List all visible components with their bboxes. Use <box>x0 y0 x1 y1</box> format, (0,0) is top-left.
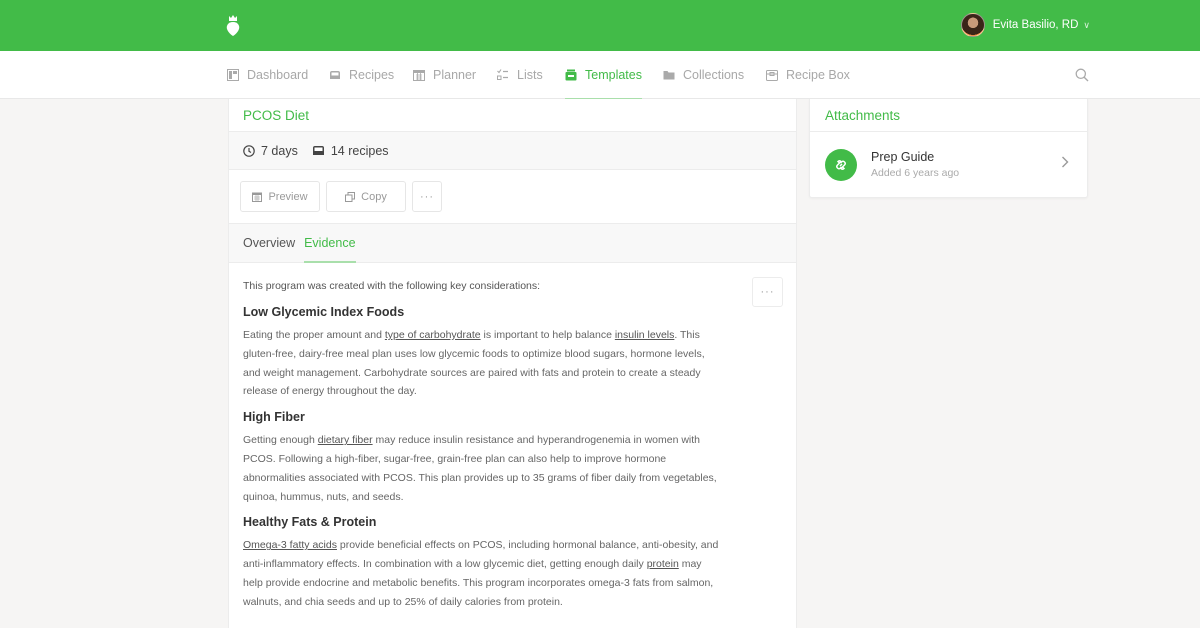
attachments-title: Attachments <box>810 99 1087 132</box>
attachment-name: Prep Guide <box>871 150 935 164</box>
plan-title: PCOS Diet <box>229 99 796 132</box>
section-paragraph: Eating the proper amount and type of car… <box>243 326 723 401</box>
reference-link[interactable]: dietary fiber <box>318 434 373 446</box>
nav-dashboard[interactable]: Dashboard <box>227 51 308 99</box>
template-icon <box>565 69 577 81</box>
inbox-icon <box>312 146 324 155</box>
search-icon[interactable] <box>1075 68 1089 82</box>
template-card: PCOS Diet 7 days 14 recipes Preview Copy… <box>228 99 797 628</box>
inbox-icon <box>330 71 340 79</box>
preview-button[interactable]: Preview <box>240 181 320 212</box>
attachment-item[interactable]: Prep Guide Added 6 years ago <box>810 132 1087 197</box>
tab-overview[interactable]: Overview <box>243 224 295 262</box>
recipe-count: 14 recipes <box>312 144 389 158</box>
attachment-text: Prep Guide Added 6 years ago <box>871 150 959 179</box>
logo-icon[interactable] <box>225 13 241 37</box>
copy-icon <box>345 191 356 202</box>
chevron-right-icon <box>1062 156 1069 168</box>
attachments-card: Attachments Prep Guide Added 6 years ago <box>809 99 1088 198</box>
nav-templates[interactable]: Templates <box>565 51 642 100</box>
copy-label: Copy <box>361 190 387 203</box>
section-title: Low Glycemic Index Foods <box>243 305 405 319</box>
nav-recipes[interactable]: Recipes <box>329 51 394 99</box>
calendar-icon <box>413 70 425 81</box>
copy-button[interactable]: Copy <box>326 181 406 212</box>
nav-label: Lists <box>517 68 543 82</box>
nav-label: Collections <box>683 68 745 82</box>
attachment-added: Added 6 years ago <box>871 167 960 179</box>
plan-meta: 7 days 14 recipes <box>229 132 796 170</box>
reference-link[interactable]: type of carbohydrate <box>385 329 481 341</box>
tab-evidence[interactable]: Evidence <box>304 224 356 263</box>
section-paragraph: Omega-3 fatty acids provide beneficial e… <box>243 536 723 611</box>
reference-link[interactable]: insulin levels <box>615 329 675 341</box>
paragraph-text: Eating the proper amount and <box>243 329 385 341</box>
checklist-icon <box>497 69 508 80</box>
main-nav: Dashboard Recipes Planner Lists Template… <box>0 51 1200 100</box>
recipe-count-text: 14 recipes <box>330 143 389 158</box>
tab-bar: Overview Evidence <box>229 224 796 263</box>
nav-label: Templates <box>585 68 642 82</box>
nav-label: Recipes <box>349 68 395 82</box>
preview-label: Preview <box>268 190 308 203</box>
dashboard-icon <box>227 69 239 81</box>
user-name: Evita Basilio, RD <box>992 19 1079 31</box>
section-title: High Fiber <box>243 410 305 425</box>
action-bar: Preview Copy ··· <box>229 170 796 224</box>
clock-icon <box>243 144 255 157</box>
folder-icon <box>663 71 675 80</box>
duration-text: 7 days <box>261 143 298 158</box>
paragraph-text: is important to help balance <box>480 329 615 341</box>
nav-label: Planner <box>433 68 477 82</box>
more-options-button[interactable]: ··· <box>412 181 442 212</box>
duration: 7 days <box>243 144 298 158</box>
paragraph-text: Getting enough <box>243 434 318 447</box>
evidence-content: ··· This program was created with the fo… <box>229 263 796 612</box>
nav-label: Dashboard <box>247 68 309 82</box>
top-bar: Evita Basilio, RD ∨ <box>0 0 1200 51</box>
user-menu[interactable]: Evita Basilio, RD ∨ <box>960 13 1090 37</box>
nav-lists[interactable]: Lists <box>497 51 543 99</box>
intro-text: This program was created with the follow… <box>243 280 541 292</box>
nav-label: Recipe Box <box>786 68 850 82</box>
link-icon <box>825 148 857 181</box>
nav-recipe-box[interactable]: Recipe Box <box>766 51 850 99</box>
reference-link[interactable]: Omega-3 fatty acids <box>243 539 337 551</box>
chevron-down-icon: ∨ <box>1083 19 1090 30</box>
reference-link[interactable]: protein <box>647 558 679 570</box>
evidence-sections: Low Glycemic Index Foods Eating the prope… <box>243 305 782 612</box>
content-more-button[interactable]: ··· <box>752 277 783 307</box>
calendar-icon <box>252 192 263 202</box>
recipe-box-icon <box>766 70 778 81</box>
nav-planner[interactable]: Planner <box>413 51 476 99</box>
section-paragraph: Getting enough dietary fiber may reduce … <box>243 431 723 506</box>
section-title: Healthy Fats & Protein <box>243 515 377 530</box>
nav-collections[interactable]: Collections <box>663 51 744 99</box>
avatar <box>960 13 985 37</box>
